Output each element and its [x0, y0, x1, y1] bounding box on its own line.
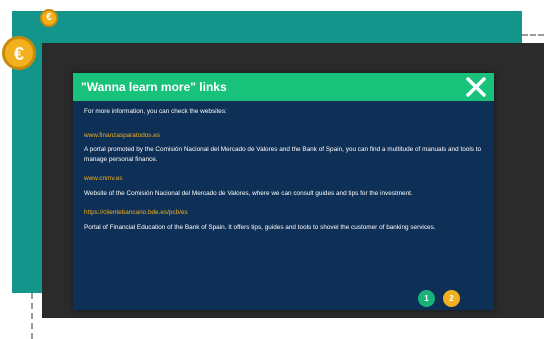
- bottom-strip: [62, 318, 542, 339]
- link-clientebancario[interactable]: https://clientebancario.bde.es/pcb/es: [84, 208, 488, 218]
- learn-more-modal: "Wanna learn more" links For more inform…: [73, 73, 494, 310]
- modal-header: "Wanna learn more" links: [73, 73, 494, 101]
- link-finanzasparatodos[interactable]: www.finanzasparatodos.es: [84, 131, 488, 141]
- link-description: Portal of Financial Education of the Ban…: [84, 223, 436, 231]
- link-description: Website of the Comisión Nacional del Mer…: [84, 189, 413, 197]
- dashed-guide-top: [522, 34, 544, 36]
- modal-title: "Wanna learn more" links: [81, 80, 227, 94]
- modal-body: For more information, you can check the …: [84, 107, 488, 242]
- intro-text: For more information, you can check the …: [84, 108, 227, 115]
- page-2-button[interactable]: 2: [443, 290, 460, 307]
- page-1-button[interactable]: 1: [418, 290, 435, 307]
- close-icon[interactable]: [464, 75, 488, 99]
- link-description: A portal promoted by the Comisión Nacion…: [84, 146, 482, 163]
- euro-coin-icon: €: [2, 36, 36, 70]
- link-cnmv[interactable]: www.cnmv.es: [84, 174, 488, 184]
- dashed-guide-left: [31, 293, 33, 339]
- euro-coin-icon: €: [40, 9, 58, 27]
